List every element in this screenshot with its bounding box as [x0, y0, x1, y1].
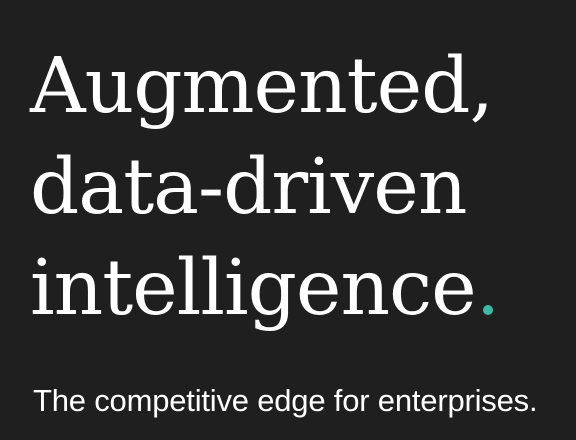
accent-dot: . — [475, 244, 501, 333]
hero-section: Augmented, data-driven intelligence. The… — [0, 0, 576, 440]
headline-line-3-text: intelligence — [30, 244, 477, 333]
headline-line-2: data-driven — [30, 143, 467, 232]
hero-headline: Augmented, data-driven intelligence. — [30, 36, 501, 339]
headline-line-3: intelligence. — [30, 238, 501, 339]
headline-line-1: Augmented, — [30, 42, 494, 131]
hero-subtitle: The competitive edge for enterprises. — [33, 383, 538, 418]
